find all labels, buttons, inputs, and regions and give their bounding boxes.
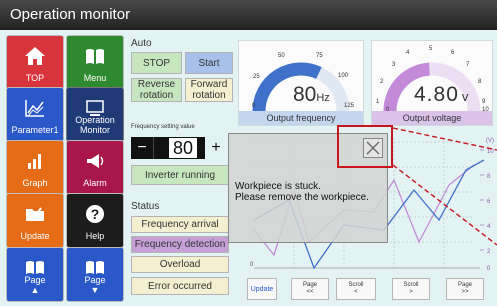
alert-message-line: Please remove the workpiece. (235, 192, 369, 203)
page-down-icon (86, 261, 104, 274)
status-frequency-detection: Frequency detection (131, 236, 229, 253)
output-frequency-gauge: 0 25 50 75 100 125 80Hz Output frequency (238, 40, 364, 126)
gauge-tick: 100 (338, 73, 349, 79)
gauge-tick: 25 (253, 74, 260, 80)
button-symbol: > (409, 289, 413, 295)
frequency-setting-label: Frequency setting value (131, 124, 195, 130)
status-overload: Overload (131, 256, 229, 273)
button-symbol: << (306, 289, 314, 295)
title-bar: Operation monitor (0, 0, 497, 30)
close-button-highlight (337, 125, 393, 168)
frequency-value: 80 (168, 138, 197, 158)
reverse-rotation-button[interactable]: Reverse rotation (131, 78, 182, 102)
auto-section-label: Auto (131, 38, 152, 49)
megaphone-icon (87, 154, 104, 168)
nav-page-up-button[interactable]: Page ▲ (6, 247, 64, 302)
frequency-gauge-caption: Output frequency (239, 111, 363, 125)
frequency-value-display[interactable]: 80 (153, 137, 205, 159)
button-label: Scroll (403, 282, 419, 288)
gauge-tick: 8 (478, 79, 482, 85)
button-symbol: < (354, 289, 358, 295)
voltage-unit: v (461, 89, 470, 104)
inverter-running-indicator: Inverter running (131, 165, 229, 185)
callout-lines (392, 127, 497, 246)
gauge-tick: 6 (451, 50, 455, 56)
decrement-button[interactable]: − (131, 137, 153, 159)
frequency-readout: 80Hz (293, 83, 330, 107)
monitor-icon (86, 100, 104, 116)
gauge-tick: 4 (406, 50, 410, 56)
nav-page-down-button[interactable]: Page ▼ (66, 247, 124, 302)
status-error-occurred: Error occurred (131, 277, 229, 295)
graph-update-button[interactable]: Update (247, 278, 277, 300)
folder-icon (26, 207, 44, 221)
gauge-tick: 2 (380, 79, 384, 85)
nav-operation-monitor-button[interactable]: Operation Monitor (66, 87, 124, 142)
start-button[interactable]: Start (185, 52, 233, 74)
book-icon (86, 49, 104, 64)
nav-parameter1-button[interactable]: Parameter1 (6, 87, 64, 142)
nav-update-button[interactable]: Update (6, 193, 64, 248)
question-icon: ? (86, 205, 104, 223)
gauge-tick: 75 (316, 53, 323, 59)
status-section-label: Status (131, 201, 160, 212)
button-label: Scroll (348, 282, 364, 288)
up-arrow-icon: ▲ (30, 285, 40, 295)
svg-text:?: ? (91, 206, 100, 222)
page-back-button[interactable]: Page << (291, 278, 329, 300)
scroll-back-button[interactable]: Scroll < (336, 278, 376, 300)
button-symbol: >> (461, 289, 469, 295)
page-title: Operation monitor (10, 6, 131, 23)
scroll-forward-button[interactable]: Scroll > (392, 278, 430, 300)
nav-graph-button[interactable]: Graph (6, 140, 64, 195)
gauge-tick: 50 (278, 53, 285, 59)
alert-message-line: Workpiece is stuck. (235, 181, 321, 192)
nav-top-button[interactable]: TOP (6, 35, 64, 90)
increment-button[interactable]: + (205, 137, 227, 159)
status-frequency-arrival: Frequency arrival (131, 216, 229, 233)
home-icon (25, 47, 45, 65)
bar-graph-icon (28, 154, 41, 169)
forward-rotation-button[interactable]: Forward rotation (185, 78, 233, 102)
gauge-tick: 3 (392, 62, 396, 68)
page-forward-button[interactable]: Page >> (446, 278, 484, 300)
nav-menu-button[interactable]: Menu (66, 35, 124, 90)
gauge-tick: 1 (376, 99, 380, 105)
gauge-tick: 5 (429, 46, 433, 52)
nav-help-button[interactable]: ? Help (66, 193, 124, 248)
voltage-readout: 4.80 v (414, 83, 469, 107)
voltage-readout-value: 4.80 (414, 83, 459, 106)
chart-icon (25, 100, 44, 117)
output-voltage-gauge: 1 2 3 4 5 6 7 8 9 10 0 4.80 v Output volt… (371, 40, 493, 126)
gauge-tick: 125 (344, 103, 355, 109)
operation-monitor-screen: Operation monitor TOP Menu Parameter1 Op… (0, 0, 497, 306)
button-label: Page (457, 282, 472, 288)
frequency-readout-value: 80 (293, 83, 317, 106)
down-arrow-icon: ▼ (90, 285, 100, 295)
gauge-tick: 9 (482, 99, 486, 105)
page-up-icon (26, 261, 44, 274)
nav-alarm-button[interactable]: Alarm (66, 140, 124, 195)
stop-button[interactable]: STOP (131, 52, 182, 74)
alert-message: Workpiece is stuck. Please remove the wo… (235, 181, 369, 203)
gauge-tick: 7 (466, 62, 470, 68)
frequency-unit: Hz (316, 92, 330, 104)
button-label: Page (302, 282, 317, 288)
